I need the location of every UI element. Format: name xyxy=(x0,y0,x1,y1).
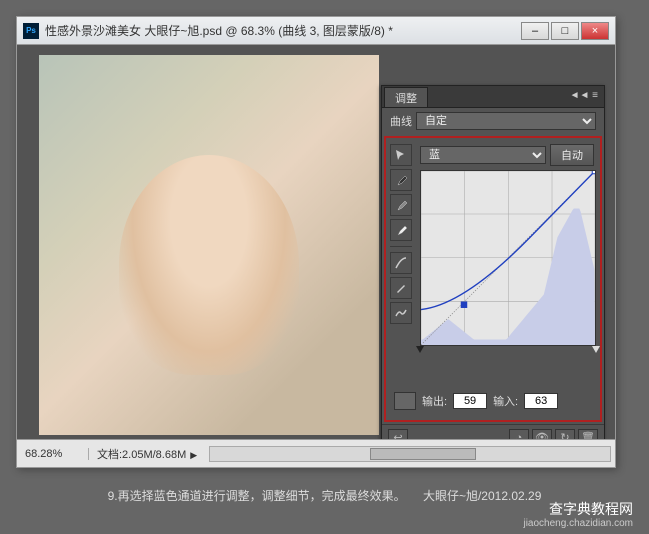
minimize-button[interactable]: – xyxy=(521,22,549,40)
statusbar: 68.28% 文档:2.05M/8.68M▶ xyxy=(17,439,615,467)
panel-collapse-icon[interactable]: ◄◄ ≡ xyxy=(570,90,598,101)
pointer-icon[interactable] xyxy=(390,144,412,166)
output-label: 输出: xyxy=(422,393,447,409)
curves-graph[interactable] xyxy=(420,170,596,346)
eyedropper-white-icon[interactable] xyxy=(390,219,412,241)
curve-icon[interactable] xyxy=(390,252,412,274)
eyedropper-gray-icon[interactable] xyxy=(390,194,412,216)
watermark-title: 查字典教程网 xyxy=(523,501,633,518)
channel-select[interactable]: 蓝 xyxy=(420,146,546,164)
canvas-area: 调整 ◄◄ ≡ 曲线 自定 蓝 自动 xyxy=(17,45,615,439)
preset-select[interactable]: 自定 xyxy=(416,112,596,130)
zoom-field[interactable]: 68.28% xyxy=(21,448,89,460)
io-clip-icon[interactable] xyxy=(394,392,416,410)
titlebar: Ps 性感外景沙滩美女 大眼仔~旭.psd @ 68.3% (曲线 3, 图层蒙… xyxy=(17,17,615,45)
doc-size[interactable]: 文档:2.05M/8.68M▶ xyxy=(89,446,205,462)
ps-app-icon: Ps xyxy=(23,23,39,39)
auto-button[interactable]: 自动 xyxy=(550,144,594,166)
adjustments-panel: 调整 ◄◄ ≡ 曲线 自定 蓝 自动 xyxy=(381,85,605,451)
photoshop-window: Ps 性感外景沙滩美女 大眼仔~旭.psd @ 68.3% (曲线 3, 图层蒙… xyxy=(16,16,616,468)
chevron-right-icon: ▶ xyxy=(190,450,197,460)
maximize-button[interactable]: □ xyxy=(551,22,579,40)
pencil-icon[interactable] xyxy=(390,277,412,299)
eyedropper-black-icon[interactable] xyxy=(390,169,412,191)
horizontal-scrollbar[interactable] xyxy=(209,446,611,462)
smooth-icon[interactable] xyxy=(390,302,412,324)
window-buttons: – □ × xyxy=(521,22,609,40)
io-row: 输出: 输入: xyxy=(386,388,600,414)
black-point-slider[interactable] xyxy=(416,346,424,353)
document-canvas[interactable] xyxy=(39,55,379,435)
watermark-url: jiaocheng.chazidian.com xyxy=(523,518,633,530)
preset-row: 曲线 自定 xyxy=(382,108,604,134)
document-title: 性感外景沙滩美女 大眼仔~旭.psd @ 68.3% (曲线 3, 图层蒙版/8… xyxy=(45,22,521,39)
curves-tools xyxy=(390,138,414,324)
input-label: 输入: xyxy=(493,393,518,409)
curves-body: 蓝 自动 xyxy=(384,136,602,422)
output-input[interactable] xyxy=(453,393,487,409)
channel-row: 蓝 自动 xyxy=(386,138,600,170)
curves-label: 曲线 xyxy=(390,113,412,129)
separator xyxy=(390,246,412,247)
watermark: 查字典教程网 jiaocheng.chazidian.com xyxy=(523,501,633,530)
tab-adjustments[interactable]: 调整 xyxy=(384,87,428,107)
input-input[interactable] xyxy=(524,393,558,409)
white-point-slider[interactable] xyxy=(592,346,600,353)
close-button[interactable]: × xyxy=(581,22,609,40)
panel-tabs: 调整 ◄◄ ≡ xyxy=(382,86,604,108)
